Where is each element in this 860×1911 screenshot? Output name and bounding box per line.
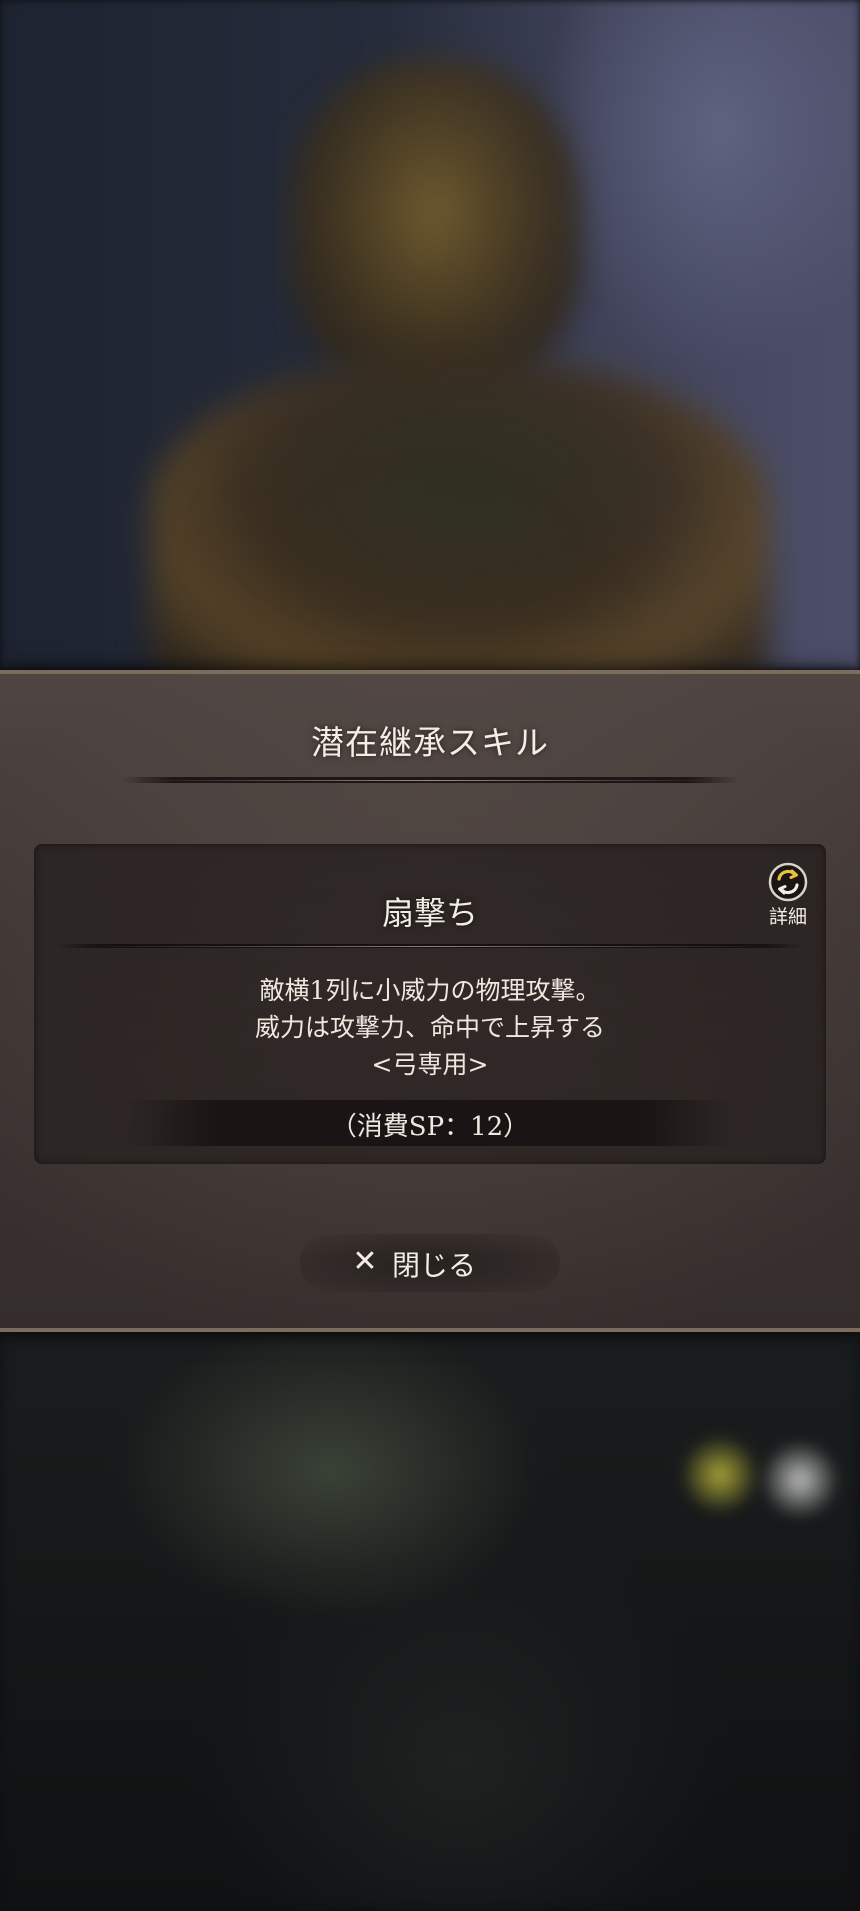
swap-icon [768,862,808,902]
detail-label: 詳細 [768,906,807,928]
sp-cost-band: （消費SP：12） [124,1100,736,1146]
skill-divider [56,944,804,948]
skill-dialog: 潜在継承スキル 扇撃ち 詳細 敵横1列に小威力の物理攻撃。 威力は攻撃力、命中で… [0,670,860,1332]
screen: 潜在継承スキル 扇撃ち 詳細 敵横1列に小威力の物理攻撃。 威力は攻撃力、命中で… [0,0,860,1911]
description-line: 敵横1列に小威力の物理攻撃。 [259,976,601,1005]
description-line: <弓専用> [371,1050,489,1079]
skill-card: 扇撃ち 詳細 敵横1列に小威力の物理攻撃。 威力は攻撃力、命中で上昇する <弓専… [34,844,826,1164]
detail-button[interactable]: 詳細 [760,862,816,930]
close-label: 閉じる [392,1249,477,1282]
background-scenery [0,1330,860,1911]
close-button[interactable]: ✕ 閉じる [300,1234,560,1292]
description-line: 威力は攻撃力、命中で上昇する [254,1013,605,1042]
sp-cost: （消費SP：12） [330,1112,530,1142]
background-character-head [290,60,580,390]
skill-name: 扇撃ち [381,894,478,932]
background-character-body [150,360,770,690]
skill-description: 敵横1列に小威力の物理攻撃。 威力は攻撃力、命中で上昇する <弓専用> [34,972,826,1083]
close-icon: ✕ [352,1244,378,1279]
title-divider [122,777,738,783]
dialog-title: 潜在継承スキル [311,723,549,762]
